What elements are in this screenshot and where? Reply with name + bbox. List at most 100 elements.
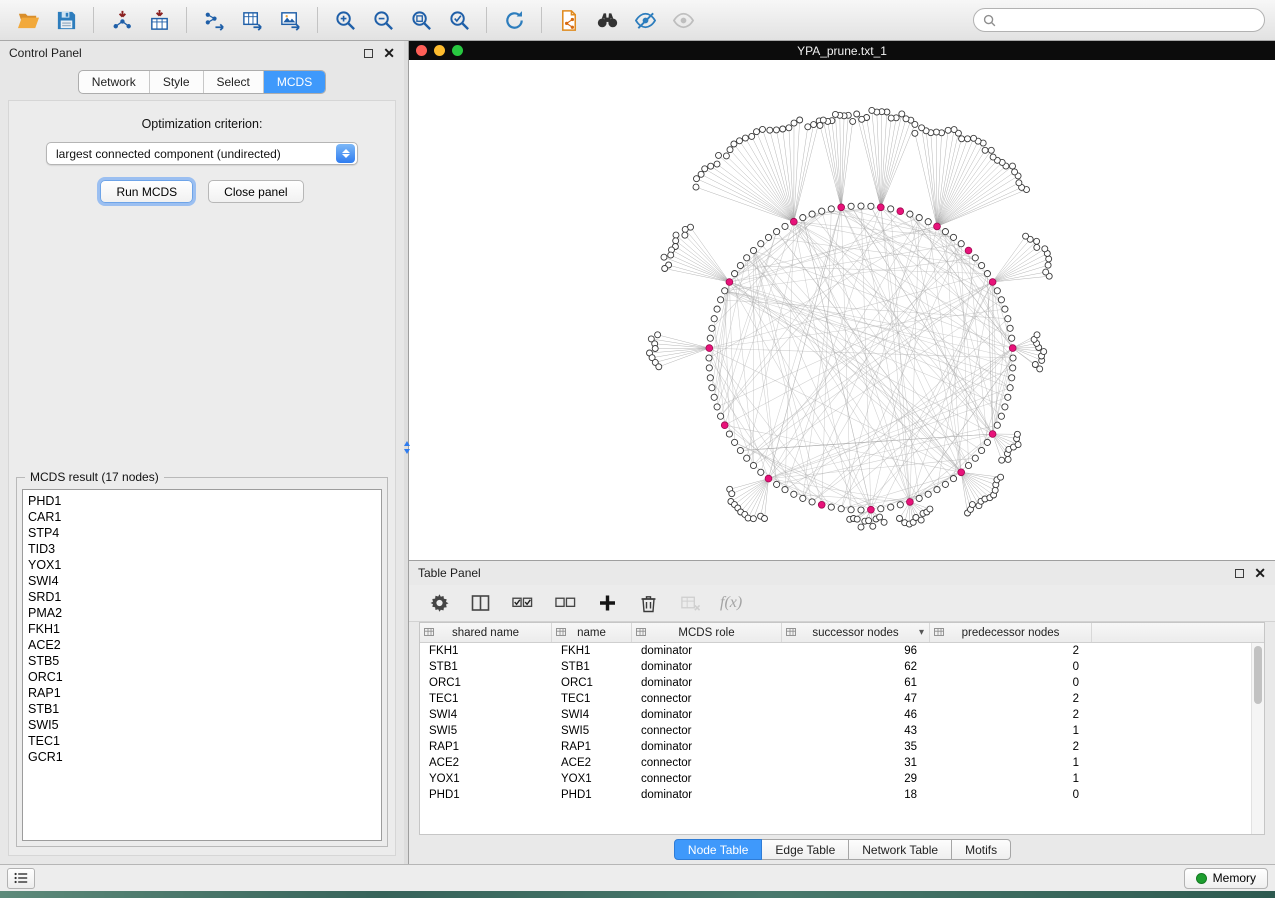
tab-motifs[interactable]: Motifs: [951, 839, 1011, 860]
table-cell: 2: [930, 709, 1092, 721]
table-cell: connector: [632, 693, 782, 705]
show-columns-button[interactable]: [468, 587, 492, 619]
column-header-predecessor-nodes[interactable]: predecessor nodes: [930, 623, 1092, 642]
table-cell: SWI4: [420, 709, 552, 721]
import-table-button[interactable]: [141, 4, 177, 36]
table-cell: STB1: [420, 661, 552, 673]
table-row[interactable]: ORC1ORC1dominator610: [420, 675, 1264, 691]
table-cell: 35: [782, 741, 930, 753]
table-toolbar: f(x): [409, 585, 1275, 622]
collapse-down-icon[interactable]: [404, 449, 410, 454]
table-row[interactable]: SWI4SWI4dominator462: [420, 707, 1264, 723]
refresh-button[interactable]: [496, 4, 532, 36]
zoom-fit-button[interactable]: [403, 4, 439, 36]
import-network-button[interactable]: [103, 4, 139, 36]
mcds-result-item[interactable]: SWI5: [28, 717, 376, 733]
control-panel-header: Control Panel ✕: [0, 41, 404, 65]
collapse-up-icon[interactable]: [404, 441, 410, 446]
mcds-result-item[interactable]: GCR1: [28, 749, 376, 765]
window-maximize-icon[interactable]: [452, 45, 463, 56]
mcds-result-item[interactable]: SRD1: [28, 589, 376, 605]
export-network-button[interactable]: [196, 4, 232, 36]
zoom-in-button[interactable]: [327, 4, 363, 36]
memory-button[interactable]: Memory: [1184, 868, 1268, 889]
table-tabs: Node TableEdge TableNetwork TableMotifs: [409, 835, 1275, 864]
search-input[interactable]: [1001, 13, 1255, 27]
table-row[interactable]: STB1STB1dominator620: [420, 659, 1264, 675]
table-settings-button[interactable]: [427, 587, 451, 619]
hide-details-button[interactable]: [627, 4, 663, 36]
mcds-result-item[interactable]: ACE2: [28, 637, 376, 653]
column-header-name[interactable]: name: [552, 623, 632, 642]
zoom-selected-button[interactable]: [441, 4, 477, 36]
delete-column-button[interactable]: [636, 587, 660, 619]
scrollbar-thumb[interactable]: [1254, 646, 1262, 704]
table-row[interactable]: ACE2ACE2connector311: [420, 755, 1264, 771]
table-scrollbar[interactable]: [1251, 643, 1264, 834]
mcds-result-item[interactable]: RAP1: [28, 685, 376, 701]
run-mcds-button[interactable]: Run MCDS: [100, 180, 193, 203]
zoom-out-button[interactable]: [365, 4, 401, 36]
table-row[interactable]: SWI5SWI5connector431: [420, 723, 1264, 739]
deselect-all-button[interactable]: [552, 587, 578, 619]
close-panel-button[interactable]: Close panel: [208, 180, 303, 203]
mcds-result-item[interactable]: STB1: [28, 701, 376, 717]
mcds-result-item[interactable]: CAR1: [28, 509, 376, 525]
optimization-criterion-select[interactable]: largest connected component (undirected): [46, 142, 358, 165]
zoom-fit-icon: [410, 9, 433, 32]
save-session-button[interactable]: [48, 4, 84, 36]
column-header-successor-nodes[interactable]: successor nodes▾: [782, 623, 930, 642]
table-row[interactable]: YOX1YOX1connector291: [420, 771, 1264, 787]
network-view[interactable]: [409, 60, 1275, 560]
mcds-result-item[interactable]: ORC1: [28, 669, 376, 685]
table-row[interactable]: RAP1RAP1dominator352: [420, 739, 1264, 755]
add-column-button[interactable]: [595, 587, 619, 619]
select-all-button[interactable]: [509, 587, 535, 619]
table-cell: 1: [930, 773, 1092, 785]
close-panel-icon[interactable]: ✕: [383, 48, 395, 58]
show-details-button: [665, 4, 701, 36]
tab-edge-table[interactable]: Edge Table: [761, 839, 849, 860]
column-header-shared-name[interactable]: shared name: [420, 623, 552, 642]
table-cell: 96: [782, 645, 930, 657]
mcds-result-item[interactable]: PHD1: [28, 493, 376, 509]
mcds-result-item[interactable]: SWI4: [28, 573, 376, 589]
tab-mcds[interactable]: MCDS: [264, 71, 325, 93]
table-row[interactable]: TEC1TEC1connector472: [420, 691, 1264, 707]
tab-node-table[interactable]: Node Table: [674, 839, 763, 860]
export-table-button[interactable]: [234, 4, 270, 36]
tab-network-table[interactable]: Network Table: [848, 839, 952, 860]
zoom-out-icon: [372, 9, 395, 32]
float-panel-icon[interactable]: [1235, 569, 1244, 578]
mcds-result-item[interactable]: YOX1: [28, 557, 376, 573]
mcds-result-item[interactable]: STB5: [28, 653, 376, 669]
float-panel-icon[interactable]: [364, 49, 373, 58]
mcds-result-item[interactable]: PMA2: [28, 605, 376, 621]
table-glyph-icon: [934, 627, 944, 640]
window-close-icon[interactable]: [416, 45, 427, 56]
table-panel-title: Table Panel: [418, 566, 481, 580]
table-row[interactable]: FKH1FKH1dominator962: [420, 643, 1264, 659]
table-cell: RAP1: [552, 741, 632, 753]
share-document-button[interactable]: [551, 4, 587, 36]
close-panel-icon[interactable]: ✕: [1254, 568, 1266, 578]
table-row[interactable]: PHD1PHD1dominator180: [420, 787, 1264, 803]
open-session-button[interactable]: [10, 4, 46, 36]
mcds-result-item[interactable]: TEC1: [28, 733, 376, 749]
tab-style[interactable]: Style: [150, 71, 204, 93]
split-pane-divider[interactable]: [404, 41, 409, 864]
mcds-result-item[interactable]: STP4: [28, 525, 376, 541]
mcds-result-item[interactable]: FKH1: [28, 621, 376, 637]
eye-icon: [672, 9, 695, 32]
panel-menu-button[interactable]: [7, 868, 35, 889]
window-minimize-icon[interactable]: [434, 45, 445, 56]
column-header-MCDS-role[interactable]: MCDS role: [632, 623, 782, 642]
tab-select[interactable]: Select: [204, 71, 264, 93]
network-graph[interactable]: [409, 60, 1275, 560]
table-cell: 61: [782, 677, 930, 689]
search-icon: [983, 14, 996, 27]
export-image-button[interactable]: [272, 4, 308, 36]
mcds-result-item[interactable]: TID3: [28, 541, 376, 557]
tab-network[interactable]: Network: [79, 71, 150, 93]
find-button[interactable]: [589, 4, 625, 36]
